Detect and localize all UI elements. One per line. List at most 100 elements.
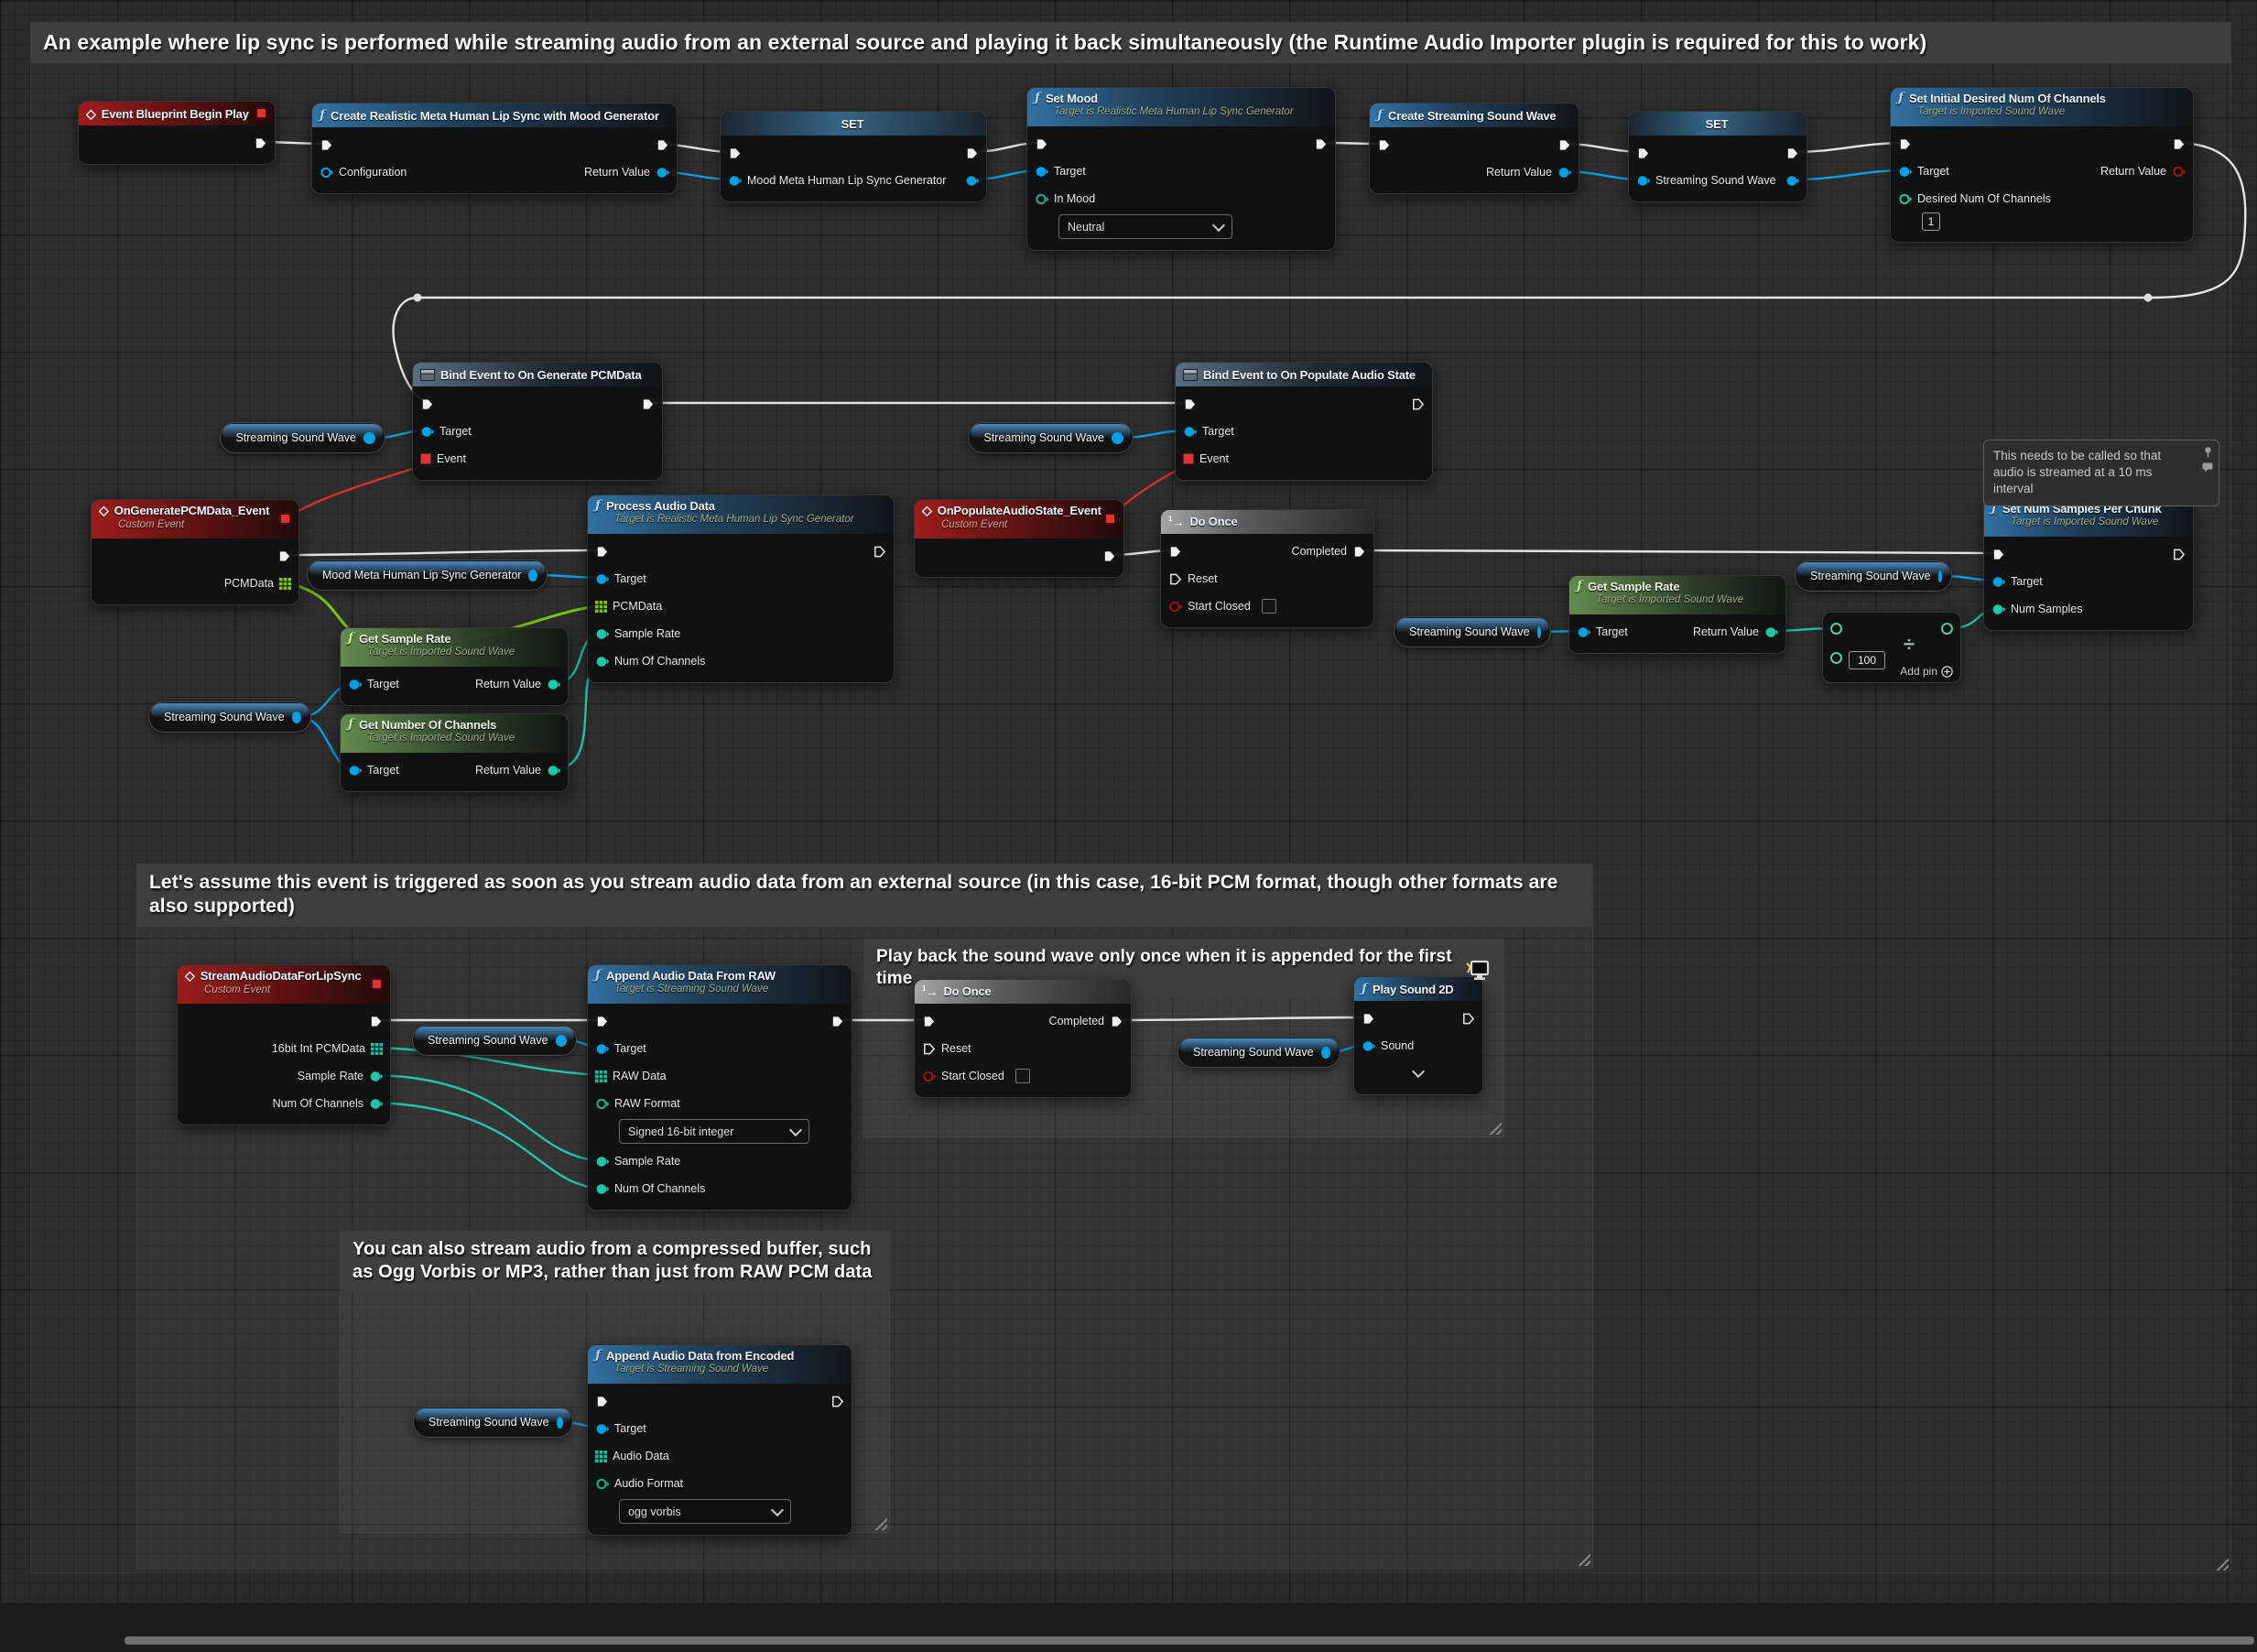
- pin-exec[interactable]: [595, 1015, 609, 1028]
- reroute-node[interactable]: [414, 294, 422, 302]
- pin-return-value[interactable]: [547, 678, 560, 691]
- variable-pill-streaming-sound-wave[interactable]: Streaming Sound Wave: [1394, 616, 1551, 647]
- pin-exec[interactable]: [1035, 137, 1048, 151]
- node-header[interactable]: ƒGet Sample RateTarget is Imported Sound…: [341, 628, 568, 667]
- variable-pill-mood-meta-human-lip-sync-generator[interactable]: Mood Meta Human Lip Sync Generator: [307, 560, 548, 591]
- pin-in-mood[interactable]: [1035, 192, 1048, 206]
- pin-exec[interactable]: [1314, 137, 1328, 151]
- blueprint-canvas[interactable]: An example where lip sync is performed w…: [0, 0, 2257, 1652]
- variable-output-pin[interactable]: [1321, 1047, 1330, 1059]
- pin-audio-format[interactable]: [595, 1477, 609, 1491]
- node-header[interactable]: ƒPlay Sound 2D: [1354, 977, 1482, 1001]
- pin-event[interactable]: [1183, 453, 1194, 464]
- pin-exec[interactable]: [641, 397, 655, 411]
- node-on-generate-pcmdata-event[interactable]: ◇OnGeneratePCMData_EventCustom EventPCMD…: [91, 499, 299, 605]
- pin-exec[interactable]: [277, 549, 291, 563]
- node-header[interactable]: Bind Event to On Generate PCMData: [413, 363, 662, 386]
- in-mood-select[interactable]: Neutral: [1058, 214, 1232, 239]
- divide-output[interactable]: [1941, 623, 1953, 635]
- pin-target[interactable]: [595, 1422, 609, 1436]
- divide-value-input[interactable]: 100: [1849, 651, 1885, 669]
- pin-pcmdata[interactable]: [279, 578, 291, 590]
- pin-num-of-channels[interactable]: [369, 1097, 383, 1111]
- pin-obj[interactable]: [965, 174, 979, 188]
- node-get-sample-rate-1[interactable]: ƒGet Sample RateTarget is Imported Sound…: [340, 627, 569, 706]
- pin-raw-format[interactable]: [595, 1097, 609, 1111]
- pin-exec[interactable]: [2172, 137, 2186, 151]
- divide-input-b[interactable]: [1830, 652, 1842, 664]
- node-header[interactable]: ƒAppend Audio Data from EncodedTarget is…: [588, 1345, 852, 1384]
- variable-output-pin[interactable]: [1112, 432, 1123, 444]
- node-process-audio-data[interactable]: ƒProcess Audio DataTarget is Realistic M…: [587, 495, 895, 683]
- variable-output-pin[interactable]: [364, 432, 375, 444]
- variable-output-pin[interactable]: [557, 1417, 563, 1429]
- pin-num-samples[interactable]: [1991, 603, 2005, 616]
- pin-target[interactable]: [1898, 165, 1912, 179]
- node-header[interactable]: ƒAppend Audio Data From RAWTarget is Str…: [588, 965, 852, 1004]
- raw-format-select[interactable]: Signed 16-bit integer: [619, 1119, 809, 1144]
- pin-exec[interactable]: [320, 138, 333, 152]
- node-bind-on-generate-pcmdata[interactable]: Bind Event to On Generate PCMDataTargetE…: [412, 362, 663, 481]
- variable-pill-streaming-sound-wave[interactable]: Streaming Sound Wave: [413, 1407, 573, 1438]
- pin-exech[interactable]: [830, 1395, 844, 1408]
- pin-exec[interactable]: [1898, 137, 1912, 151]
- node-header[interactable]: ◇OnPopulateAudioState_EventCustom Event: [915, 500, 1123, 538]
- start-closed-checkbox[interactable]: [1262, 599, 1276, 614]
- node-header[interactable]: ƒGet Sample RateTarget is Imported Sound…: [1569, 576, 1785, 614]
- pin-num-of-channels[interactable]: [595, 655, 609, 668]
- node-header[interactable]: 1→Do Once: [915, 980, 1131, 1004]
- pin-target[interactable]: [1577, 625, 1590, 639]
- pin-pcmdata[interactable]: [595, 601, 607, 613]
- pin-reset[interactable]: [922, 1042, 936, 1056]
- pin-exec[interactable]: [922, 1015, 936, 1028]
- variable-pill-streaming-sound-wave[interactable]: Streaming Sound Wave: [968, 422, 1134, 453]
- audio-format-select[interactable]: ogg vorbis: [619, 1499, 791, 1524]
- pin-sound[interactable]: [1362, 1039, 1375, 1053]
- pin-desired-num-of-channels[interactable]: [1898, 192, 1912, 206]
- variable-pill-streaming-sound-wave[interactable]: Streaming Sound Wave: [1795, 560, 1952, 592]
- pin-sample-rate[interactable]: [369, 1070, 383, 1083]
- node-header[interactable]: Bind Event to On Populate Audio State: [1176, 363, 1432, 386]
- horizontal-scrollbar[interactable]: [125, 1636, 2254, 1645]
- node-begin-play[interactable]: ◇Event Blueprint Begin Play: [78, 101, 276, 165]
- pin-sample-rate[interactable]: [595, 627, 609, 641]
- node-create-streaming-sound-wave[interactable]: ƒCreate Streaming Sound WaveReturn Value: [1369, 103, 1579, 194]
- pin-target[interactable]: [1991, 575, 2005, 589]
- pin-audio-data[interactable]: [595, 1451, 607, 1462]
- pin-exech[interactable]: [1461, 1012, 1475, 1026]
- pin-exec[interactable]: [1102, 549, 1116, 563]
- pin-return-value[interactable]: [2172, 165, 2186, 179]
- node-header[interactable]: SET: [721, 112, 986, 136]
- pin-target[interactable]: [348, 764, 362, 777]
- node-append-audio-data-from-encoded[interactable]: ƒAppend Audio Data from EncodedTarget is…: [587, 1344, 852, 1536]
- pin-sample-rate[interactable]: [595, 1155, 609, 1168]
- pin-exec[interactable]: [595, 545, 609, 559]
- pin-exec[interactable]: [254, 136, 267, 150]
- pin-exec[interactable]: [965, 147, 979, 160]
- variable-pill-streaming-sound-wave[interactable]: Streaming Sound Wave: [1177, 1037, 1340, 1068]
- node-bind-on-populate-audio-state[interactable]: Bind Event to On Populate Audio StateTar…: [1175, 362, 1433, 481]
- pin-target[interactable]: [1183, 425, 1197, 439]
- pin-completed[interactable]: [1352, 545, 1366, 559]
- node-set-initial-desired-num-channels[interactable]: ƒSet Initial Desired Num Of ChannelsTarg…: [1890, 87, 2194, 243]
- pin-exec[interactable]: [1168, 545, 1182, 559]
- node-do-once-2[interactable]: 1→Do OnceCompletedResetStart Closed: [914, 979, 1132, 1098]
- pin-obj[interactable]: [1785, 174, 1799, 188]
- pin-exec[interactable]: [656, 138, 669, 152]
- node-set-mood[interactable]: ƒSet MoodTarget is Realistic Meta Human …: [1026, 87, 1336, 251]
- expand-advanced-icon[interactable]: [1412, 1065, 1425, 1078]
- variable-pill-streaming-sound-wave[interactable]: Streaming Sound Wave: [412, 1025, 577, 1056]
- node-create-lipsync-generator[interactable]: ƒCreate Realistic Meta Human Lip Sync wi…: [311, 103, 678, 194]
- pin-exec[interactable]: [1362, 1012, 1375, 1026]
- pin-streaming-sound-wave[interactable]: [1636, 174, 1650, 188]
- node-header[interactable]: ƒProcess Audio DataTarget is Realistic M…: [588, 495, 894, 534]
- node-header[interactable]: ƒSet Initial Desired Num Of ChannelsTarg…: [1891, 88, 2193, 126]
- pin-return-value[interactable]: [656, 166, 669, 179]
- pin-exec[interactable]: [595, 1395, 609, 1408]
- node-on-populate-audio-state-event[interactable]: ◇OnPopulateAudioState_EventCustom Event: [914, 499, 1124, 578]
- pin-return-value[interactable]: [1764, 625, 1778, 639]
- pin-exec[interactable]: [1183, 397, 1197, 411]
- variable-output-pin[interactable]: [556, 1035, 567, 1047]
- pin-event[interactable]: [420, 453, 431, 464]
- pin-num-of-channels[interactable]: [595, 1182, 609, 1196]
